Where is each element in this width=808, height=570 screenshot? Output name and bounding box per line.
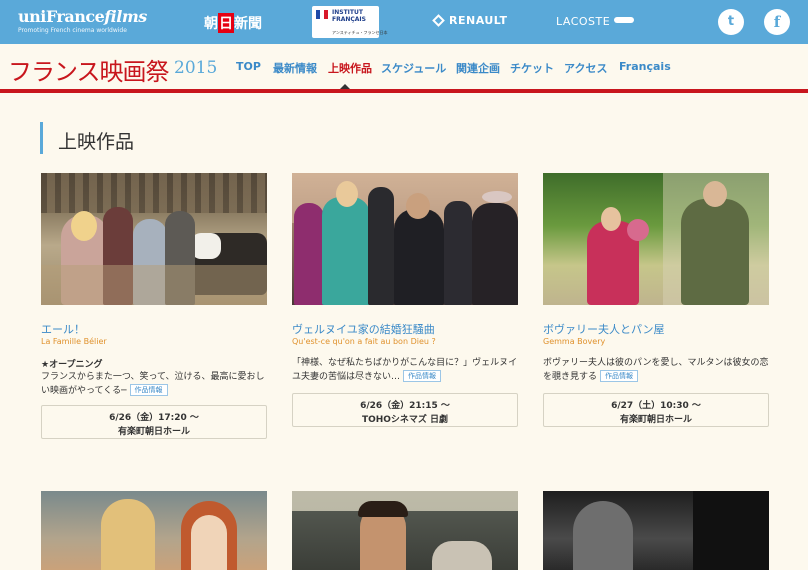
film-info-badge[interactable]: 作品情報 bbox=[403, 370, 442, 382]
facebook-icon[interactable]: f bbox=[764, 9, 790, 35]
institut-line-3: アンスティチュ・フランセ日本 bbox=[332, 30, 388, 35]
opening-label: ★オープニング bbox=[41, 360, 103, 370]
unifrance-name: uniFrance bbox=[18, 7, 105, 26]
film-description: ボヴァリー夫人は彼のパンを愛し、マルタンは彼女の恋を覗き見する 作品情報 bbox=[543, 356, 771, 384]
film-still-4[interactable] bbox=[41, 491, 267, 570]
festival-logo[interactable]: フランス映画祭 bbox=[8, 52, 170, 87]
screening-date: 6/27（土）10:30 〜 bbox=[611, 401, 701, 411]
screening-venue: 有楽町朝日ホール bbox=[117, 427, 190, 437]
film-description-text: ボヴァリー夫人は彼のパンを愛し、マルタンは彼女の恋を覗き見する bbox=[543, 358, 769, 382]
renault-diamond-icon bbox=[432, 14, 445, 27]
nav-item-francais[interactable]: Français bbox=[619, 60, 671, 73]
screening-box: 6/26（金）17:20 〜 有楽町朝日ホール bbox=[41, 405, 267, 439]
film-description: 「神様、なぜ私たちばかりがこんな目に？」ヴェルヌイユ夫妻の苦悩は尽きない… 作品情… bbox=[292, 356, 520, 384]
film-original-title: Qu'est-ce qu'on a fait au bon Dieu ? bbox=[292, 337, 436, 346]
film-still-bon-dieu[interactable] bbox=[292, 173, 518, 305]
film-title[interactable]: エール！ bbox=[41, 321, 85, 337]
film-title[interactable]: ヴェルヌイユ家の結婚狂騒曲 bbox=[292, 321, 435, 337]
section-accent bbox=[40, 122, 43, 154]
unifrance-films: films bbox=[104, 7, 147, 26]
film-still-5[interactable] bbox=[292, 491, 518, 570]
nav-item-news[interactable]: 最新情報 bbox=[273, 60, 317, 76]
twitter-icon[interactable]: t bbox=[718, 9, 744, 35]
unifrance-logo[interactable]: uniFrancefilms Promoting French cinema w… bbox=[18, 7, 147, 34]
nav-item-schedule[interactable]: スケジュール bbox=[381, 60, 446, 76]
page-title: 上映作品 bbox=[58, 131, 135, 153]
film-still-famille-belier[interactable] bbox=[41, 173, 267, 305]
nav-divider bbox=[0, 89, 808, 93]
film-info-badge[interactable]: 作品情報 bbox=[129, 384, 168, 396]
asahi-logo[interactable]: 朝日新聞 bbox=[204, 13, 262, 33]
screening-date: 6/26（金）21:15 〜 bbox=[360, 401, 450, 411]
screening-venue: 有楽町朝日ホール bbox=[619, 415, 692, 425]
institut-line-2: FRANÇAIS bbox=[332, 16, 366, 23]
screening-date: 6/26（金）17:20 〜 bbox=[109, 413, 199, 423]
nav-item-access[interactable]: アクセス bbox=[564, 60, 607, 76]
asahi-char-3: 新聞 bbox=[234, 16, 262, 32]
film-description: フランスからまた一つ、笑って、泣ける、最高に愛おしい映画がやってくる─ 作品情報 bbox=[41, 370, 269, 398]
screening-venue: TOHOシネマズ 日劇 bbox=[361, 415, 449, 425]
film-still-6[interactable] bbox=[543, 491, 769, 570]
unifrance-tagline: Promoting French cinema worldwide bbox=[18, 27, 127, 34]
nav-item-events[interactable]: 関連企画 bbox=[456, 60, 500, 76]
renault-name: RENAULT bbox=[449, 14, 508, 27]
film-still-gemma-bovery[interactable] bbox=[543, 173, 769, 305]
film-info-badge[interactable]: 作品情報 bbox=[600, 370, 639, 382]
festival-year: 2015 bbox=[174, 58, 218, 78]
asahi-char-1: 朝 bbox=[204, 16, 218, 32]
crocodile-icon bbox=[614, 17, 635, 23]
screening-box: 6/26（金）21:15 〜 TOHOシネマズ 日劇 bbox=[292, 393, 518, 427]
film-original-title: Gemma Bovery bbox=[543, 337, 606, 346]
institut-line-1: INSTITUT bbox=[332, 9, 363, 16]
institut-francais-logo[interactable]: INSTITUT FRANÇAIS アンスティチュ・フランセ日本 bbox=[312, 6, 388, 38]
film-original-title: La Famille Bélier bbox=[41, 337, 107, 346]
nav-item-tickets[interactable]: チケット bbox=[510, 60, 554, 76]
renault-logo[interactable]: RENAULT bbox=[432, 14, 508, 27]
screening-box: 6/27（土）10:30 〜 有楽町朝日ホール bbox=[543, 393, 769, 427]
french-flag-icon bbox=[316, 10, 328, 19]
nav-item-top[interactable]: TOP bbox=[236, 60, 261, 73]
lacoste-logo[interactable]: LACOSTE bbox=[556, 15, 635, 28]
asahi-char-2: 日 bbox=[218, 13, 234, 33]
nav-item-films[interactable]: 上映作品 bbox=[328, 60, 372, 76]
film-title[interactable]: ボヴァリー夫人とパン屋 bbox=[543, 321, 665, 337]
lacoste-name: LACOSTE bbox=[556, 15, 611, 28]
